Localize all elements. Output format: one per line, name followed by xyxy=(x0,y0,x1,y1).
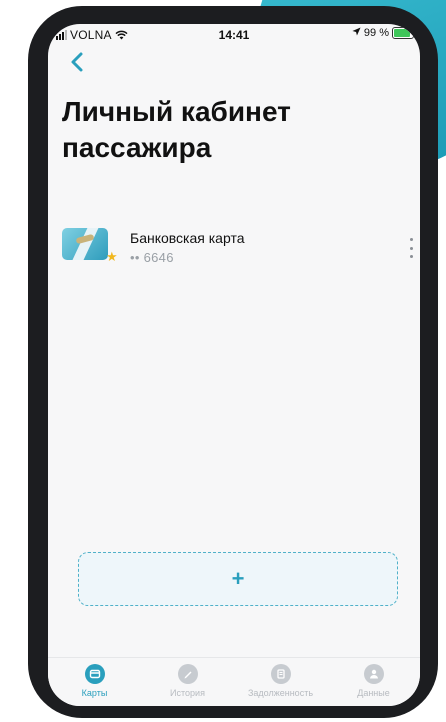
page-title-line2: пассажира xyxy=(62,132,212,163)
cards-icon xyxy=(84,664,105,684)
phone-screen: VOLNA 14:41 99 % Личный кабинет пассажир… xyxy=(48,24,420,706)
chevron-left-icon xyxy=(71,52,83,72)
plus-icon: + xyxy=(231,566,245,591)
history-icon xyxy=(177,664,198,684)
card-name: Банковская карта xyxy=(130,230,245,246)
page-title: Личный кабинет пассажира xyxy=(62,94,402,166)
debt-icon xyxy=(270,664,291,684)
location-arrow-icon xyxy=(352,27,361,39)
battery-percent: 99 % xyxy=(363,27,389,39)
status-bar: VOLNA 14:41 99 % xyxy=(48,24,420,46)
bank-card-thumbnail xyxy=(62,228,108,260)
card-number: •• 6646 xyxy=(130,250,174,265)
more-options-icon[interactable] xyxy=(404,236,418,260)
page-title-line1: Личный кабинет xyxy=(62,96,291,127)
card-list-item[interactable]: ★ Банковская карта •• 6646 xyxy=(62,224,413,272)
status-right: 99 % xyxy=(352,27,414,39)
bottom-tab-bar: Карты История Задолженность Данные xyxy=(48,657,420,706)
battery-icon xyxy=(392,27,414,39)
tab-cards[interactable]: Карты xyxy=(48,658,141,706)
profile-icon xyxy=(363,664,384,684)
tab-history[interactable]: История xyxy=(141,658,234,706)
star-icon: ★ xyxy=(106,249,118,264)
add-card-button[interactable]: + xyxy=(78,552,398,606)
app-screenshot: VOLNA 14:41 99 % Личный кабинет пассажир… xyxy=(0,0,446,722)
tab-label-profile: Данные xyxy=(357,688,390,698)
tab-profile[interactable]: Данные xyxy=(327,658,420,706)
back-button[interactable] xyxy=(66,50,90,74)
tab-label-history: История xyxy=(170,688,205,698)
tab-label-cards: Карты xyxy=(81,688,108,698)
tab-label-debt: Задолженность xyxy=(247,688,314,698)
tab-debt[interactable]: Задолженность xyxy=(234,658,327,706)
